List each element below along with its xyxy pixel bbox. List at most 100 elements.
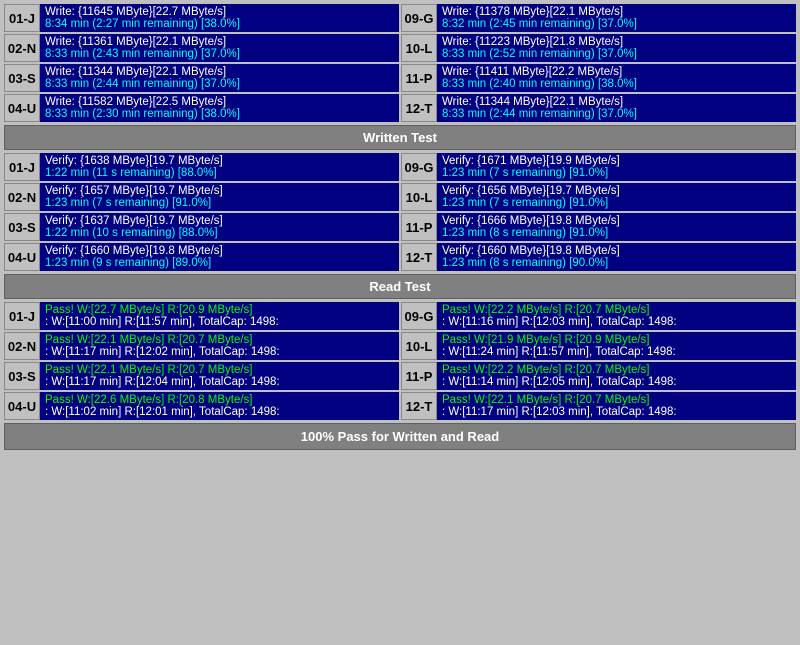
- row-data-content: Pass! W:[22.6 MByte/s] R:[20.8 MByte/s]:…: [40, 392, 399, 420]
- row-line1: Pass! W:[22.2 MByte/s] R:[20.7 MByte/s]: [442, 364, 791, 376]
- row-data-content: Verify: {1638 MByte}[19.7 MByte/s]1:22 m…: [40, 153, 399, 181]
- row-data-content: Verify: {1657 MByte}[19.7 MByte/s]1:23 m…: [40, 183, 399, 211]
- left-column: 01-JPass! W:[22.7 MByte/s] R:[20.9 MByte…: [4, 302, 399, 420]
- table-row: 09-GVerify: {1671 MByte}[19.9 MByte/s]1:…: [401, 153, 796, 181]
- final-status-bar: 100% Pass for Written and Read: [4, 423, 796, 450]
- row-data-content: Write: {11223 MByte}[21.8 MByte/s]8:33 m…: [437, 34, 796, 62]
- table-row: 12-TVerify: {1660 MByte}[19.8 MByte/s]1:…: [401, 243, 796, 271]
- row-line2: 8:33 min (2:44 min remaining) [37.0%]: [442, 108, 791, 120]
- row-id-label: 10-L: [401, 34, 437, 62]
- table-row: 03-SWrite: {11344 MByte}[22.1 MByte/s]8:…: [4, 64, 399, 92]
- row-data-content: Pass! W:[22.2 MByte/s] R:[20.7 MByte/s]:…: [437, 362, 796, 390]
- table-row: 09-GWrite: {11378 MByte}[22.1 MByte/s]8:…: [401, 4, 796, 32]
- row-data-content: Write: {11344 MByte}[22.1 MByte/s]8:33 m…: [437, 94, 796, 122]
- row-line2: 1:23 min (8 s remaining) [91.0%]: [442, 227, 791, 239]
- row-line2: : W:[11:02 min] R:[12:01 min], TotalCap:…: [45, 406, 394, 418]
- table-row: 11-PWrite: {11411 MByte}[22.2 MByte/s]8:…: [401, 64, 796, 92]
- row-id-label: 11-P: [401, 362, 437, 390]
- table-row: 11-PVerify: {1666 MByte}[19.8 MByte/s]1:…: [401, 213, 796, 241]
- right-column: 09-GWrite: {11378 MByte}[22.1 MByte/s]8:…: [401, 4, 796, 122]
- row-line1: Write: {11344 MByte}[22.1 MByte/s]: [45, 66, 394, 78]
- row-data-content: Pass! W:[21.9 MByte/s] R:[20.9 MByte/s]:…: [437, 332, 796, 360]
- row-line1: Verify: {1671 MByte}[19.9 MByte/s]: [442, 155, 791, 167]
- table-row: 10-LPass! W:[21.9 MByte/s] R:[20.9 MByte…: [401, 332, 796, 360]
- row-line1: Pass! W:[22.2 MByte/s] R:[20.7 MByte/s]: [442, 304, 791, 316]
- row-line2: 1:22 min (11 s remaining) [88.0%]: [45, 167, 394, 179]
- row-id-label: 12-T: [401, 243, 437, 271]
- row-id-label: 03-S: [4, 362, 40, 390]
- row-data-content: Verify: {1660 MByte}[19.8 MByte/s]1:23 m…: [437, 243, 796, 271]
- row-line1: Write: {11361 MByte}[22.1 MByte/s]: [45, 36, 394, 48]
- row-id-label: 09-G: [401, 4, 437, 32]
- row-data-content: Verify: {1666 MByte}[19.8 MByte/s]1:23 m…: [437, 213, 796, 241]
- row-line2: 1:23 min (7 s remaining) [91.0%]: [442, 197, 791, 209]
- row-line1: Write: {11378 MByte}[22.1 MByte/s]: [442, 6, 791, 18]
- row-line2: 1:23 min (9 s remaining) [89.0%]: [45, 257, 394, 269]
- table-row: 02-NWrite: {11361 MByte}[22.1 MByte/s]8:…: [4, 34, 399, 62]
- row-id-label: 03-S: [4, 64, 40, 92]
- row-line1: Write: {11411 MByte}[22.2 MByte/s]: [442, 66, 791, 78]
- row-line1: Verify: {1637 MByte}[19.7 MByte/s]: [45, 215, 394, 227]
- table-row: 04-UWrite: {11582 MByte}[22.5 MByte/s]8:…: [4, 94, 399, 122]
- row-id-label: 02-N: [4, 332, 40, 360]
- row-line1: Verify: {1660 MByte}[19.8 MByte/s]: [45, 245, 394, 257]
- row-data-content: Write: {11378 MByte}[22.1 MByte/s]8:32 m…: [437, 4, 796, 32]
- row-id-label: 03-S: [4, 213, 40, 241]
- row-data-content: Pass! W:[22.1 MByte/s] R:[20.7 MByte/s]:…: [40, 332, 399, 360]
- row-line2: 1:23 min (8 s remaining) [90.0%]: [442, 257, 791, 269]
- table-row: 12-TWrite: {11344 MByte}[22.1 MByte/s]8:…: [401, 94, 796, 122]
- table-row: 02-NPass! W:[22.1 MByte/s] R:[20.7 MByte…: [4, 332, 399, 360]
- left-column: 01-JVerify: {1638 MByte}[19.7 MByte/s]1:…: [4, 153, 399, 271]
- row-line1: Pass! W:[22.1 MByte/s] R:[20.7 MByte/s]: [45, 334, 394, 346]
- table-row: 02-NVerify: {1657 MByte}[19.7 MByte/s]1:…: [4, 183, 399, 211]
- row-data-content: Write: {11645 MByte}[22.7 MByte/s]8:34 m…: [40, 4, 399, 32]
- row-data-content: Pass! W:[22.2 MByte/s] R:[20.7 MByte/s]:…: [437, 302, 796, 330]
- row-line1: Write: {11223 MByte}[21.8 MByte/s]: [442, 36, 791, 48]
- row-id-label: 04-U: [4, 94, 40, 122]
- row-id-label: 04-U: [4, 243, 40, 271]
- write-section: 01-JWrite: {11645 MByte}[22.7 MByte/s]8:…: [4, 4, 796, 122]
- row-line1: Verify: {1660 MByte}[19.8 MByte/s]: [442, 245, 791, 257]
- row-line1: Verify: {1638 MByte}[19.7 MByte/s]: [45, 155, 394, 167]
- row-line2: 8:33 min (2:30 min remaining) [38.0%]: [45, 108, 394, 120]
- row-line2: 8:33 min (2:43 min remaining) [37.0%]: [45, 48, 394, 60]
- row-line2: 1:23 min (7 s remaining) [91.0%]: [442, 167, 791, 179]
- row-id-label: 01-J: [4, 153, 40, 181]
- right-column: 09-GVerify: {1671 MByte}[19.9 MByte/s]1:…: [401, 153, 796, 271]
- read-section: 01-JPass! W:[22.7 MByte/s] R:[20.9 MByte…: [4, 302, 796, 420]
- row-id-label: 10-L: [401, 332, 437, 360]
- row-data-content: Write: {11361 MByte}[22.1 MByte/s]8:33 m…: [40, 34, 399, 62]
- right-column: 09-GPass! W:[22.2 MByte/s] R:[20.7 MByte…: [401, 302, 796, 420]
- row-data-content: Verify: {1637 MByte}[19.7 MByte/s]1:22 m…: [40, 213, 399, 241]
- row-line2: 1:22 min (10 s remaining) [88.0%]: [45, 227, 394, 239]
- row-line2: 1:23 min (7 s remaining) [91.0%]: [45, 197, 394, 209]
- row-data-content: Verify: {1671 MByte}[19.9 MByte/s]1:23 m…: [437, 153, 796, 181]
- table-row: 10-LWrite: {11223 MByte}[21.8 MByte/s]8:…: [401, 34, 796, 62]
- row-line1: Verify: {1656 MByte}[19.7 MByte/s]: [442, 185, 791, 197]
- row-line1: Pass! W:[21.9 MByte/s] R:[20.9 MByte/s]: [442, 334, 791, 346]
- table-row: 01-JVerify: {1638 MByte}[19.7 MByte/s]1:…: [4, 153, 399, 181]
- row-id-label: 09-G: [401, 153, 437, 181]
- table-row: 01-JPass! W:[22.7 MByte/s] R:[20.9 MByte…: [4, 302, 399, 330]
- table-row: 04-UPass! W:[22.6 MByte/s] R:[20.8 MByte…: [4, 392, 399, 420]
- row-line1: Pass! W:[22.6 MByte/s] R:[20.8 MByte/s]: [45, 394, 394, 406]
- row-data-content: Write: {11344 MByte}[22.1 MByte/s]8:33 m…: [40, 64, 399, 92]
- row-line2: 8:32 min (2:45 min remaining) [37.0%]: [442, 18, 791, 30]
- row-id-label: 12-T: [401, 392, 437, 420]
- row-data-content: Pass! W:[22.1 MByte/s] R:[20.7 MByte/s]:…: [437, 392, 796, 420]
- row-line1: Pass! W:[22.1 MByte/s] R:[20.7 MByte/s]: [45, 364, 394, 376]
- row-id-label: 09-G: [401, 302, 437, 330]
- table-row: 12-TPass! W:[22.1 MByte/s] R:[20.7 MByte…: [401, 392, 796, 420]
- row-id-label: 01-J: [4, 302, 40, 330]
- verify-section: 01-JVerify: {1638 MByte}[19.7 MByte/s]1:…: [4, 153, 796, 271]
- row-id-label: 02-N: [4, 183, 40, 211]
- row-data-content: Verify: {1656 MByte}[19.7 MByte/s]1:23 m…: [437, 183, 796, 211]
- table-row: 03-SVerify: {1637 MByte}[19.7 MByte/s]1:…: [4, 213, 399, 241]
- table-row: 01-JWrite: {11645 MByte}[22.7 MByte/s]8:…: [4, 4, 399, 32]
- row-line2: 8:34 min (2:27 min remaining) [38.0%]: [45, 18, 394, 30]
- row-data-content: Verify: {1660 MByte}[19.8 MByte/s]1:23 m…: [40, 243, 399, 271]
- row-id-label: 11-P: [401, 64, 437, 92]
- row-id-label: 01-J: [4, 4, 40, 32]
- row-data-content: Pass! W:[22.7 MByte/s] R:[20.9 MByte/s]:…: [40, 302, 399, 330]
- written-test-divider: Written Test: [4, 125, 796, 150]
